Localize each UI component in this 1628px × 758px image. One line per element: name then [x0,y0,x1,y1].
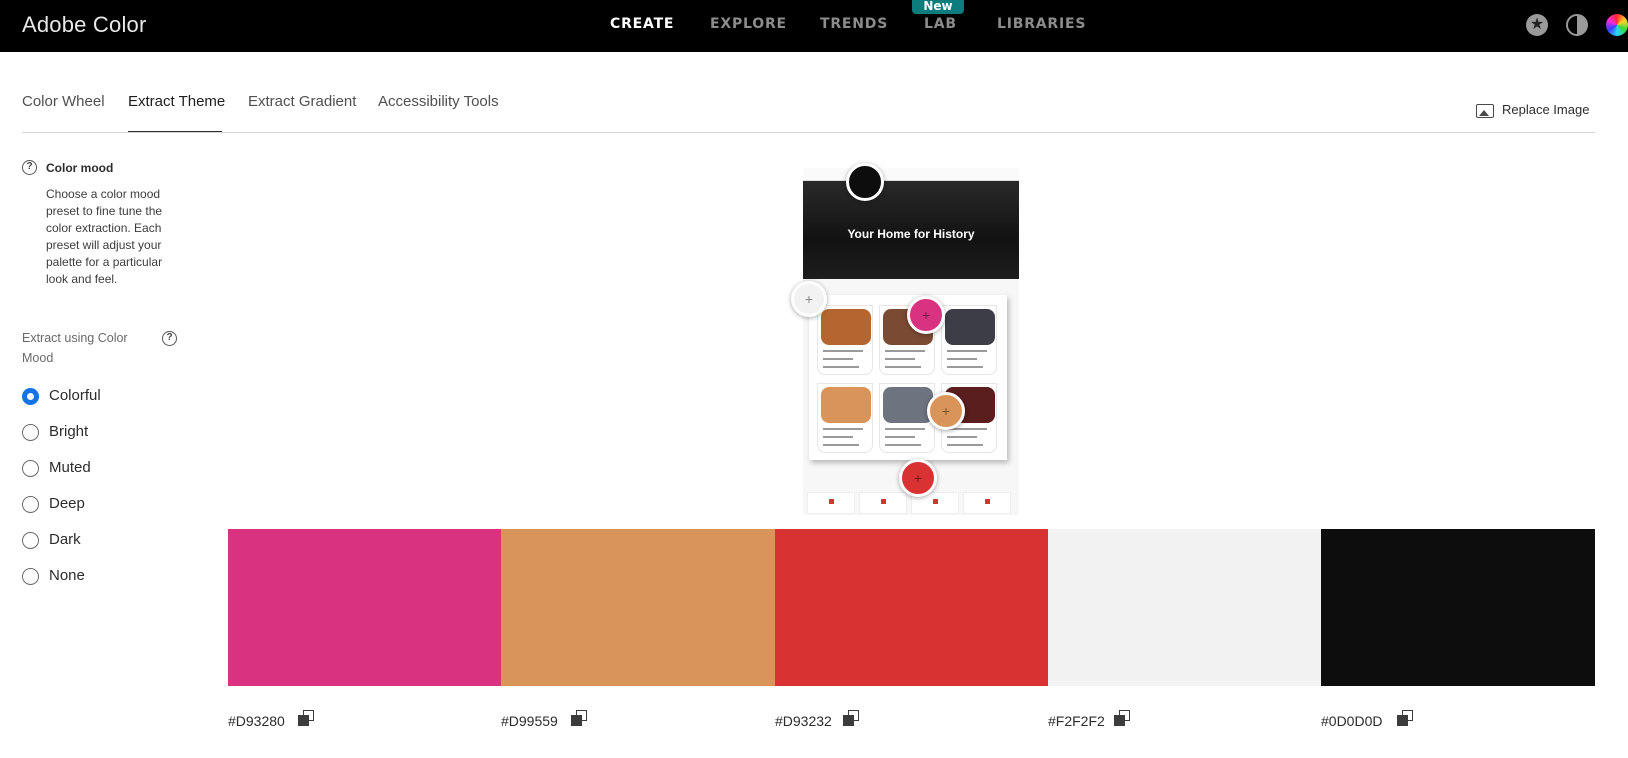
tab-extract-theme[interactable]: Extract Theme [128,93,225,110]
preview-card [941,305,997,375]
hex-value[interactable]: #0D0D0D [1321,713,1382,729]
mood-label: Dark [49,531,81,548]
theme-toggle-icon[interactable] [1566,14,1588,36]
preview-card [879,383,935,453]
nav-lab[interactable]: LAB [924,16,957,32]
nav-explore[interactable]: EXPLORE [710,16,787,32]
app-title[interactable]: Adobe Color [22,12,147,38]
hex-value[interactable]: #D93232 [775,713,832,729]
color-swatch[interactable] [501,529,775,686]
replace-image-label: Replace Image [1502,102,1590,117]
color-sample-marker[interactable]: + [791,281,827,317]
preview-footer-tile [859,492,907,514]
color-mood-title: Color mood [46,161,114,175]
copy-icon[interactable] [1114,710,1132,728]
preview-card [817,383,873,453]
color-sample-marker[interactable]: + [907,296,945,334]
tab-color-wheel[interactable]: Color Wheel [22,93,105,110]
nav-trends[interactable]: TRENDS [820,16,888,32]
preview-hero: Your Home for History [803,181,1019,279]
mood-label: Muted [49,459,91,476]
replace-image-button[interactable]: Replace Image [1476,102,1589,118]
extract-mood-label: Extract using Color Mood [22,331,128,365]
color-swatch[interactable] [775,529,1048,686]
radio-button[interactable] [22,460,39,477]
radio-button[interactable] [22,532,39,549]
color-sample-marker[interactable]: + [899,459,937,497]
nav-libraries[interactable]: LIBRARIES [997,16,1086,32]
preview-footer-tile [963,492,1011,514]
preview-site-nav [803,168,1019,181]
copy-icon[interactable] [843,710,861,728]
image-icon [1476,103,1494,118]
copy-icon[interactable] [298,710,316,728]
color-swatch[interactable] [1048,529,1321,686]
hex-value[interactable]: #D99559 [501,713,558,729]
nav-create[interactable]: CREATE [610,16,674,32]
star-icon[interactable]: ★ [1526,14,1548,36]
preview-card [817,305,873,375]
copy-icon[interactable] [571,710,589,728]
top-navigation-bar: Adobe Color CREATE EXPLORE TRENDS New LA… [0,0,1628,52]
color-wheel-icon[interactable] [1606,14,1628,36]
tab-accessibility-tools[interactable]: Accessibility Tools [378,93,499,110]
radio-button[interactable] [22,424,39,441]
mood-label: None [49,567,85,584]
radio-button[interactable] [22,496,39,513]
preview-footer-tile [807,492,855,514]
color-swatch[interactable] [1321,529,1595,686]
color-swatch[interactable] [228,529,501,686]
new-badge: New [912,0,964,14]
color-sample-marker[interactable]: + [927,392,965,430]
tab-extract-gradient[interactable]: Extract Gradient [248,93,356,110]
color-mood-description: Choose a color mood preset to fine tune … [46,187,163,286]
mood-label: Colorful [49,387,101,404]
preview-hero-title: Your Home for History [847,227,975,241]
hex-value[interactable]: #F2F2F2 [1048,713,1105,729]
mood-label: Bright [49,423,89,440]
help-icon[interactable]: ? [162,331,177,346]
radio-button[interactable] [22,568,39,585]
help-icon[interactable]: ? [22,160,37,175]
radio-button[interactable] [22,388,39,405]
tabs-divider [22,132,1595,133]
mood-label: Deep [49,495,85,512]
copy-icon[interactable] [1397,710,1415,728]
color-sample-marker[interactable] [846,163,884,201]
hex-value[interactable]: #D93280 [228,713,285,729]
